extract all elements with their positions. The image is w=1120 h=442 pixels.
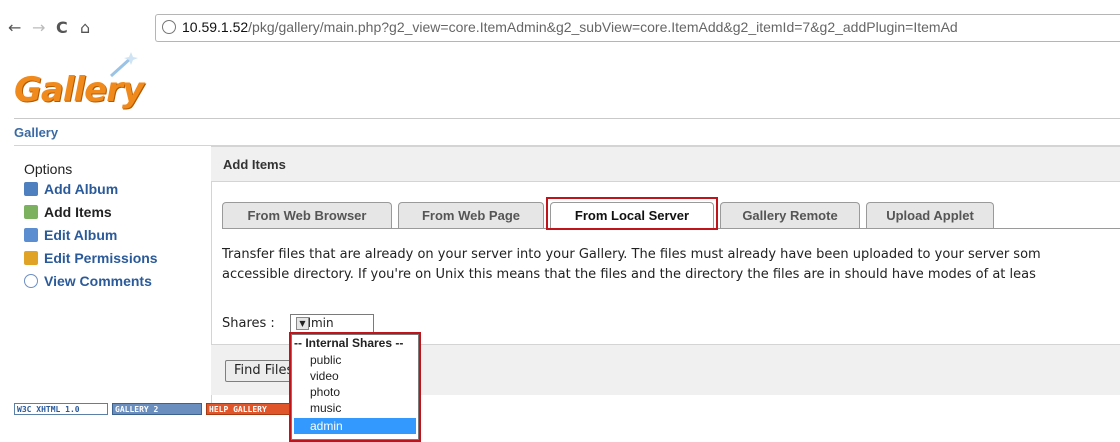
- tab-gallery-remote[interactable]: Gallery Remote: [720, 202, 860, 228]
- sidebar-item-label: Edit Permissions: [44, 250, 158, 266]
- description-line: Transfer files that are already on your …: [222, 247, 1041, 262]
- chevron-down-icon[interactable]: ▼: [296, 317, 309, 330]
- dropdown-option-music[interactable]: music: [294, 400, 416, 416]
- page-title: Add Items: [223, 157, 286, 172]
- forward-arrow-icon[interactable]: →: [32, 20, 45, 36]
- dropdown-option-admin[interactable]: admin: [294, 418, 416, 434]
- sidebar: Options Add Album Add Items Edit Album E…: [14, 146, 210, 306]
- sidebar-item-label: View Comments: [44, 273, 152, 289]
- shares-dropdown-list[interactable]: -- Internal Shares -- public video photo…: [291, 334, 419, 440]
- page-info-icon[interactable]: [162, 20, 176, 34]
- browser-toolbar: ← → C ⌂ 10.59.1.52/pkg/gallery/main.php?…: [0, 0, 1120, 44]
- dropdown-option-video[interactable]: video: [294, 368, 416, 384]
- find-files-button[interactable]: Find Files: [225, 360, 295, 382]
- description-text: Transfer files that are already on your …: [222, 245, 1041, 285]
- sidebar-title: Options: [24, 161, 73, 177]
- edit-album-icon: [24, 228, 38, 242]
- sidebar-item-label: Edit Album: [44, 227, 118, 243]
- home-icon[interactable]: ⌂: [80, 20, 90, 36]
- address-bar[interactable]: 10.59.1.52/pkg/gallery/main.php?g2_view=…: [155, 14, 1120, 42]
- sidebar-item-edit-album[interactable]: Edit Album: [24, 227, 117, 245]
- gallery2-badge[interactable]: GALLERY 2: [112, 403, 202, 415]
- album-add-icon: [24, 182, 38, 196]
- comments-icon: [24, 274, 38, 288]
- sidebar-item-add-album[interactable]: Add Album: [24, 181, 118, 199]
- tab-from-web-page[interactable]: From Web Page: [398, 202, 544, 228]
- url-path: /pkg/gallery/main.php?g2_view=core.ItemA…: [248, 19, 958, 35]
- description-line: accessible directory. If you're on Unix …: [222, 267, 1036, 282]
- xhtml-badge[interactable]: W3C XHTML 1.0: [14, 403, 108, 415]
- sidebar-item-add-items[interactable]: Add Items: [24, 204, 112, 222]
- sidebar-item-view-comments[interactable]: View Comments: [24, 273, 152, 291]
- url-host: 10.59.1.52: [182, 19, 249, 35]
- tab-from-web-browser[interactable]: From Web Browser: [222, 202, 392, 228]
- reload-icon[interactable]: C: [56, 20, 68, 36]
- sparkle-icon: [109, 52, 138, 78]
- items-add-icon: [24, 205, 38, 219]
- dropdown-group-label: -- Internal Shares --: [294, 336, 404, 350]
- gallery-logo[interactable]: Gallery: [14, 52, 144, 114]
- header-divider: [14, 118, 1120, 119]
- main-header: Add Items: [211, 146, 1120, 182]
- breadcrumb[interactable]: Gallery: [14, 125, 58, 140]
- sidebar-item-edit-permissions[interactable]: Edit Permissions: [24, 250, 158, 268]
- shares-label: Shares :: [222, 316, 275, 331]
- tab-from-local-server[interactable]: From Local Server: [550, 202, 714, 229]
- sidebar-item-label: Add Album: [44, 181, 119, 197]
- dropdown-option-public[interactable]: public: [294, 352, 416, 368]
- sidebar-item-label: Add Items: [44, 204, 112, 220]
- help-gallery-badge[interactable]: HELP GALLERY: [206, 403, 290, 415]
- url-text: 10.59.1.52/pkg/gallery/main.php?g2_view=…: [182, 19, 958, 35]
- dropdown-option-photo[interactable]: photo: [294, 384, 416, 400]
- tab-upload-applet[interactable]: Upload Applet: [866, 202, 994, 228]
- permissions-icon: [24, 251, 38, 265]
- back-arrow-icon[interactable]: ←: [8, 20, 21, 36]
- shares-select[interactable]: admin ▼: [290, 314, 374, 333]
